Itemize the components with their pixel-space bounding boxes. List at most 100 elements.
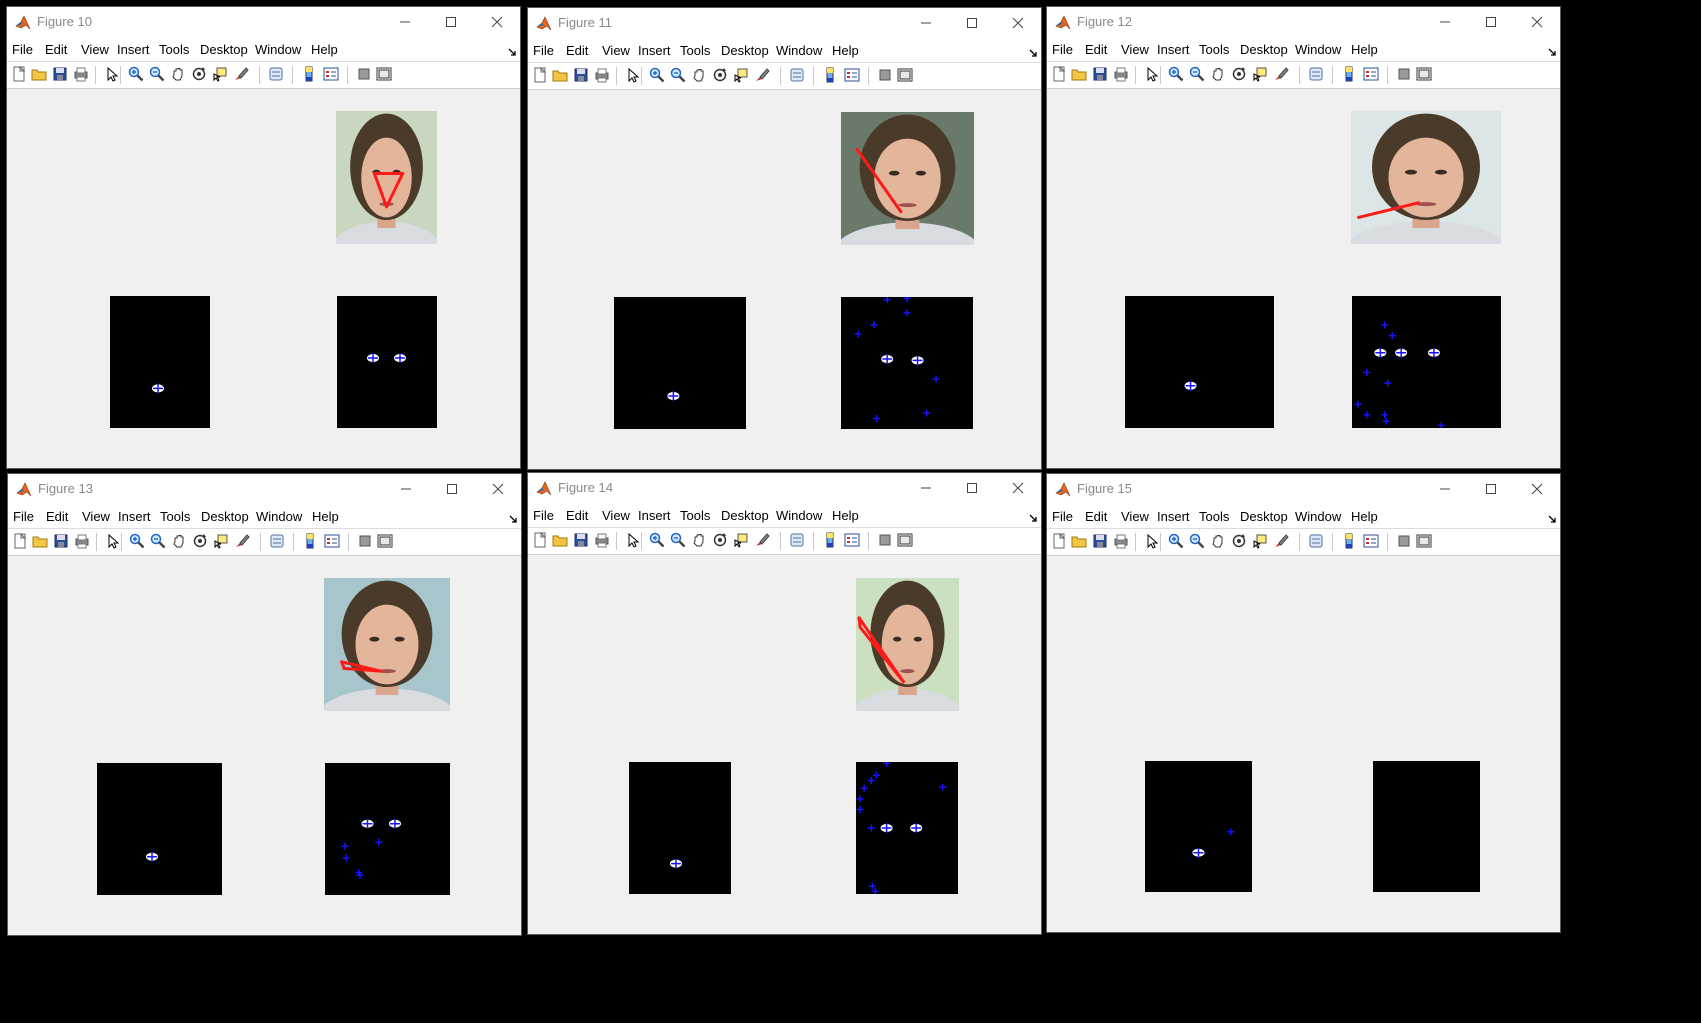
- pan-icon[interactable]: [691, 532, 707, 548]
- menu-item-insert[interactable]: Insert: [1157, 509, 1190, 524]
- rotate-3d-icon[interactable]: [712, 67, 728, 83]
- mouth-mask-axes[interactable]: [614, 297, 746, 429]
- minimize-icon[interactable]: [1436, 480, 1454, 498]
- zoom-in-icon[interactable]: [128, 66, 144, 82]
- colorbar-icon[interactable]: [822, 67, 838, 83]
- maximize-icon[interactable]: [963, 14, 981, 32]
- zoom-out-icon[interactable]: [1189, 66, 1205, 82]
- legend-icon[interactable]: [844, 532, 860, 548]
- hide-plot-tools-icon[interactable]: [1396, 533, 1412, 549]
- photo-axes[interactable]: [841, 112, 974, 245]
- brush-icon[interactable]: [233, 66, 249, 82]
- rotate-3d-icon[interactable]: [191, 66, 207, 82]
- menu-item-desktop[interactable]: Desktop: [721, 43, 769, 58]
- pan-icon[interactable]: [170, 66, 186, 82]
- figure-window-10[interactable]: Figure 10 File Edit View Insert Tools Desktop W…: [6, 6, 521, 469]
- title-bar[interactable]: Figure 13: [8, 474, 521, 504]
- menu-item-file[interactable]: File: [12, 42, 33, 57]
- menu-item-insert[interactable]: Insert: [638, 508, 671, 523]
- menu-item-help[interactable]: Help: [1351, 42, 1378, 57]
- dock-arrow-icon[interactable]: [1548, 48, 1556, 58]
- print-icon[interactable]: [73, 66, 89, 82]
- new-figure-icon[interactable]: [12, 533, 28, 549]
- hide-plot-tools-icon[interactable]: [1396, 66, 1412, 82]
- menu-item-help[interactable]: Help: [312, 509, 339, 524]
- colorbar-icon[interactable]: [822, 532, 838, 548]
- photo-axes[interactable]: [324, 578, 450, 711]
- title-bar[interactable]: Figure 10: [7, 7, 520, 37]
- menu-item-edit[interactable]: Edit: [46, 509, 68, 524]
- rotate-3d-icon[interactable]: [712, 532, 728, 548]
- colorbar-icon[interactable]: [1341, 66, 1357, 82]
- edit-plot-icon[interactable]: [105, 533, 121, 549]
- figure-window-13[interactable]: Figure 13 File Edit View Insert Tools Desktop W…: [7, 473, 522, 936]
- menu-item-tools[interactable]: Tools: [160, 509, 190, 524]
- dock-arrow-icon[interactable]: [508, 48, 516, 58]
- zoom-out-icon[interactable]: [1189, 533, 1205, 549]
- menu-item-help[interactable]: Help: [1351, 509, 1378, 524]
- zoom-in-icon[interactable]: [649, 67, 665, 83]
- show-plot-tools-icon[interactable]: [897, 67, 913, 83]
- eye-mask-axes[interactable]: [1352, 296, 1501, 428]
- mouth-mask-axes[interactable]: [1125, 296, 1274, 428]
- show-plot-tools-icon[interactable]: [897, 532, 913, 548]
- print-icon[interactable]: [1113, 66, 1129, 82]
- hide-plot-tools-icon[interactable]: [877, 532, 893, 548]
- new-figure-icon[interactable]: [11, 66, 27, 82]
- maximize-icon[interactable]: [963, 479, 981, 497]
- link-plot-icon[interactable]: [789, 532, 805, 548]
- menu-item-view[interactable]: View: [82, 509, 110, 524]
- brush-icon[interactable]: [234, 533, 250, 549]
- open-icon[interactable]: [552, 67, 568, 83]
- zoom-out-icon[interactable]: [149, 66, 165, 82]
- close-icon[interactable]: [1009, 479, 1027, 497]
- open-icon[interactable]: [31, 66, 47, 82]
- pan-icon[interactable]: [1210, 533, 1226, 549]
- title-bar[interactable]: Figure 11: [528, 8, 1041, 38]
- open-icon[interactable]: [1071, 533, 1087, 549]
- new-figure-icon[interactable]: [532, 532, 548, 548]
- data-cursor-icon[interactable]: [733, 532, 749, 548]
- minimize-icon[interactable]: [396, 13, 414, 31]
- edit-plot-icon[interactable]: [104, 66, 120, 82]
- rotate-3d-icon[interactable]: [1231, 66, 1247, 82]
- pan-icon[interactable]: [171, 533, 187, 549]
- zoom-out-icon[interactable]: [670, 67, 686, 83]
- menu-item-tools[interactable]: Tools: [159, 42, 189, 57]
- save-icon[interactable]: [1092, 533, 1108, 549]
- show-plot-tools-icon[interactable]: [1416, 66, 1432, 82]
- save-icon[interactable]: [52, 66, 68, 82]
- menu-item-view[interactable]: View: [81, 42, 109, 57]
- menu-item-window[interactable]: Window: [776, 508, 822, 523]
- photo-axes[interactable]: [1351, 111, 1501, 244]
- menu-item-view[interactable]: View: [1121, 42, 1149, 57]
- close-icon[interactable]: [1528, 480, 1546, 498]
- menu-item-view[interactable]: View: [602, 508, 630, 523]
- minimize-icon[interactable]: [917, 479, 935, 497]
- data-cursor-icon[interactable]: [212, 66, 228, 82]
- new-figure-icon[interactable]: [1051, 66, 1067, 82]
- menu-item-view[interactable]: View: [1121, 509, 1149, 524]
- open-icon[interactable]: [32, 533, 48, 549]
- zoom-in-icon[interactable]: [129, 533, 145, 549]
- legend-icon[interactable]: [324, 533, 340, 549]
- link-plot-icon[interactable]: [1308, 533, 1324, 549]
- menu-item-file[interactable]: File: [13, 509, 34, 524]
- eye-mask-axes[interactable]: [856, 762, 958, 894]
- menu-item-help[interactable]: Help: [832, 43, 859, 58]
- brush-icon[interactable]: [1273, 533, 1289, 549]
- minimize-icon[interactable]: [397, 480, 415, 498]
- print-icon[interactable]: [594, 67, 610, 83]
- data-cursor-icon[interactable]: [733, 67, 749, 83]
- mouth-mask-axes[interactable]: [97, 763, 222, 895]
- maximize-icon[interactable]: [1482, 13, 1500, 31]
- new-figure-icon[interactable]: [532, 67, 548, 83]
- minimize-icon[interactable]: [1436, 13, 1454, 31]
- menu-item-window[interactable]: Window: [256, 509, 302, 524]
- mouth-mask-axes[interactable]: [1145, 761, 1252, 892]
- data-cursor-icon[interactable]: [1252, 66, 1268, 82]
- photo-axes[interactable]: [336, 111, 437, 244]
- menu-item-help[interactable]: Help: [832, 508, 859, 523]
- menu-item-tools[interactable]: Tools: [1199, 42, 1229, 57]
- maximize-icon[interactable]: [442, 13, 460, 31]
